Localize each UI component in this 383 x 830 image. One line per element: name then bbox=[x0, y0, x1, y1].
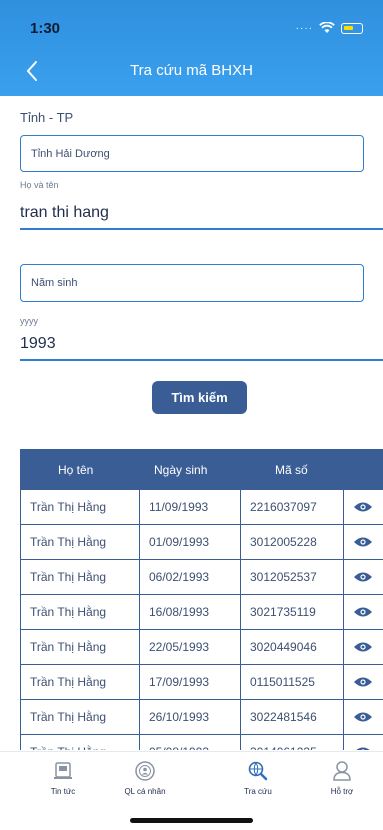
page-title: Tra cứu mã BHXH bbox=[130, 62, 253, 79]
table-row[interactable]: Trần Thị Hằng 11/09/1993 2216037097 bbox=[20, 490, 383, 525]
cell-name: Trần Thị Hằng bbox=[20, 665, 140, 700]
table-row[interactable]: Trần Thị Hằng 22/05/1993 3020449046 bbox=[20, 630, 383, 665]
cell-dob: 26/10/1993 bbox=[140, 700, 241, 735]
tab-news[interactable]: Tin tức bbox=[23, 760, 103, 796]
name-input-underline bbox=[20, 228, 383, 230]
cell-name: Trần Thị Hằng bbox=[20, 700, 140, 735]
view-eye-icon[interactable] bbox=[353, 501, 373, 513]
cell-name: Trần Thị Hằng bbox=[20, 735, 140, 750]
results-table-body: Trần Thị Hằng 11/09/1993 2216037097 Trần… bbox=[20, 490, 383, 750]
cell-name: Trần Thị Hằng bbox=[20, 490, 140, 525]
cell-name: Trần Thị Hằng bbox=[20, 560, 140, 595]
tab-news-label: Tin tức bbox=[50, 787, 76, 796]
table-row[interactable]: Trần Thị Hằng 26/10/1993 3022481546 bbox=[20, 700, 383, 735]
cell-code: 3021735119 bbox=[241, 595, 344, 630]
results-table-header: Họ tên Ngày sinh Mã số bbox=[20, 449, 383, 490]
tab-personal-label: QL cá nhân bbox=[124, 787, 166, 796]
cell-name: Trần Thị Hằng bbox=[20, 525, 140, 560]
tab-support[interactable]: Hỗ trợ bbox=[302, 760, 382, 796]
header-dob: Ngày sinh bbox=[154, 463, 208, 477]
cell-code: 3012005228 bbox=[241, 525, 344, 560]
tab-lookup-label: Tra cứu bbox=[244, 787, 272, 796]
province-select[interactable]: Tỉnh Hải Dương bbox=[20, 135, 364, 172]
wifi-icon bbox=[319, 22, 335, 33]
cell-dob: 17/09/1993 bbox=[140, 665, 241, 700]
search-button[interactable]: Tìm kiếm bbox=[152, 381, 247, 414]
cell-dob: 11/09/1993 bbox=[140, 490, 241, 525]
personal-badge-icon bbox=[135, 761, 155, 781]
birth-year-input[interactable]: 1993 bbox=[20, 335, 56, 353]
search-globe-icon bbox=[248, 761, 268, 781]
tab-lookup[interactable]: Tra cứu bbox=[218, 760, 298, 796]
status-time: 1:30 bbox=[30, 20, 61, 37]
cell-dob: 16/08/1993 bbox=[140, 595, 241, 630]
cell-dob: 22/05/1993 bbox=[140, 630, 241, 665]
view-eye-icon[interactable] bbox=[353, 641, 373, 653]
cell-code: 3012052537 bbox=[241, 560, 344, 595]
tab-support-label: Hỗ trợ bbox=[330, 787, 354, 796]
battery-icon bbox=[341, 22, 363, 34]
table-row[interactable]: Trần Thị Hằng 16/08/1993 3021735119 bbox=[20, 595, 383, 630]
name-label: Họ và tên bbox=[20, 180, 59, 190]
view-eye-icon[interactable] bbox=[353, 536, 373, 548]
table-row[interactable]: Trần Thị Hằng 05/08/1993 3014061235 bbox=[20, 735, 383, 750]
table-row[interactable]: Trần Thị Hằng 01/09/1993 3012005228 bbox=[20, 525, 383, 560]
header-name: Họ tên bbox=[58, 463, 94, 477]
view-eye-icon[interactable] bbox=[353, 746, 373, 750]
status-icons: ···· bbox=[296, 22, 363, 34]
cell-code: 0115011525 bbox=[241, 665, 344, 700]
app-header: 1:30 ···· Tra cứu mã BHXH bbox=[0, 0, 383, 96]
cell-name: Trần Thị Hằng bbox=[20, 595, 140, 630]
cell-code: 3020449046 bbox=[241, 630, 344, 665]
cell-code: 2216037097 bbox=[241, 490, 344, 525]
cell-code: 3022481546 bbox=[241, 700, 344, 735]
cell-dob: 01/09/1993 bbox=[140, 525, 241, 560]
view-eye-icon[interactable] bbox=[353, 606, 373, 618]
view-eye-icon[interactable] bbox=[353, 571, 373, 583]
signal-dots-icon: ···· bbox=[295, 22, 313, 34]
table-row[interactable]: Trần Thị Hằng 06/02/1993 3012052537 bbox=[20, 560, 383, 595]
cell-name: Trần Thị Hằng bbox=[20, 630, 140, 665]
cell-dob: 06/02/1993 bbox=[140, 560, 241, 595]
tab-personal[interactable]: QL cá nhân bbox=[105, 760, 185, 796]
header-code: Mã số bbox=[275, 463, 308, 477]
news-icon bbox=[54, 762, 72, 779]
name-input[interactable]: tran thi hang bbox=[20, 204, 109, 222]
home-indicator bbox=[130, 818, 253, 823]
support-person-icon bbox=[333, 761, 351, 781]
view-eye-icon[interactable] bbox=[353, 711, 373, 723]
view-eye-icon[interactable] bbox=[353, 676, 373, 688]
birth-year-hint: yyyy bbox=[20, 316, 38, 326]
birth-year-field[interactable]: Năm sinh bbox=[20, 264, 364, 302]
birth-year-underline bbox=[20, 359, 383, 361]
province-label: Tỉnh - TP bbox=[20, 110, 74, 125]
cell-dob: 05/08/1993 bbox=[140, 735, 241, 750]
table-row[interactable]: Trần Thị Hằng 17/09/1993 0115011525 bbox=[20, 665, 383, 700]
cell-code: 3014061235 bbox=[241, 735, 344, 750]
